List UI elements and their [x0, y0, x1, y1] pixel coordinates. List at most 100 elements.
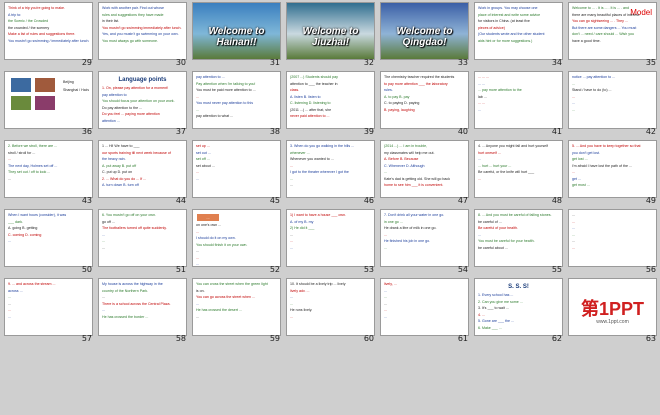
- slide-text: ...: [196, 249, 199, 253]
- slide-thumbnail-45[interactable]: set up ... set out ... set off ... set abou…: [192, 140, 286, 207]
- slide-thumbnail-36[interactable]: Beijing Shanghai / Hainan ... 36: [4, 71, 98, 138]
- slide-text: ...: [384, 301, 387, 306]
- slide-thumbnail-29[interactable]: Think of a trip you're going to make. A t…: [4, 2, 98, 69]
- slide-preview[interactable]: 5. ... And you have to keep together so …: [568, 140, 657, 198]
- slide-thumbnail-47[interactable]: (2014 ...) ... I am in trouble, my classm…: [380, 140, 474, 207]
- slide-thumbnail-50[interactable]: When I want hours (consider), it was ___ …: [4, 209, 98, 276]
- slide-thumbnail-42[interactable]: notice ... pay attention to ...... Stand …: [568, 71, 660, 138]
- slide-thumbnail-52[interactable]: ... on one's own ...... I should do it on …: [192, 209, 286, 276]
- slide-text: ...: [572, 81, 575, 86]
- slide-preview[interactable]: Welcome to Hainan!!: [192, 2, 281, 60]
- slide-preview[interactable]: Welcome to Jiuzhai!: [286, 2, 375, 60]
- slide-thumbnail-40[interactable]: The chemistry teacher required the stude…: [380, 71, 474, 138]
- slide-preview[interactable]: ... ... ... ... ... ... pay more attention…: [474, 71, 563, 129]
- slide-text: ...: [384, 245, 387, 250]
- slide-thumbnail-38[interactable]: pay attention to ... Pay attention when I…: [192, 71, 286, 138]
- slide-preview[interactable]: set up ... set out ... set off ... set abou…: [192, 140, 281, 198]
- slide-text: 10. It should be a lively trip ... livel…: [290, 282, 346, 286]
- slide-preview[interactable]: When I want hours (consider), it was ___ …: [4, 209, 93, 267]
- slide-text: there are many beautiful places of inter…: [572, 12, 640, 17]
- slide-thumbnail-35[interactable]: Model Welcome to ... . It is ... . It is …: [568, 2, 660, 69]
- slide-text: you don't get lost.: [572, 150, 601, 155]
- slide-thumbnail-55[interactable]: 8. ... And you must be careful of fallin…: [474, 209, 568, 276]
- slide-text: A. listen B. listen to: [290, 94, 321, 99]
- slide-preview[interactable]: You can cross the street when the green …: [192, 278, 281, 336]
- slide-thumbnail-49[interactable]: 5. ... And you have to keep together so …: [568, 140, 660, 207]
- slide-preview[interactable]: 9. ... and across the stream ... across .…: [4, 278, 93, 336]
- slide-preview[interactable]: Language points 1. On, please pay attenti…: [98, 71, 187, 129]
- slide-preview[interactable]: 7. Don't drink all your water in one go.…: [380, 209, 469, 267]
- slide-text: ...: [478, 176, 481, 181]
- slide-thumbnail-33[interactable]: Welcome to Qingdao! 33: [380, 2, 474, 69]
- slide-thumbnail-51[interactable]: 6. You mustn't go off on your own. go off…: [98, 209, 192, 276]
- slide-text: The next day, Holmes set off ...: [8, 163, 58, 168]
- slide-preview[interactable]: 10. It should be a lively trip ... livel…: [286, 278, 375, 336]
- slide-text: attention to ___ the teacher in: [290, 81, 338, 86]
- slide-text: class.: [290, 88, 300, 92]
- slide-preview[interactable]: ..................: [568, 209, 657, 267]
- slide-text: ...: [290, 245, 293, 250]
- slide-thumbnail-43[interactable]: 2. Before we stroll, there are ... stroll…: [4, 140, 98, 207]
- slide-text: Welcome to ... . It is ... . It is ... .…: [572, 6, 630, 10]
- slide-thumbnail-30[interactable]: Work with another pair. Find out whose ru…: [98, 2, 192, 69]
- slide-preview[interactable]: Model Welcome to ... . It is ... . It is …: [568, 2, 657, 60]
- slide-thumbnail-41[interactable]: ... ... ... ... ... ... pay more attention…: [474, 71, 568, 138]
- slide-text: Pay attention when I'm talking to you!: [196, 81, 256, 86]
- slide-thumbnail-60[interactable]: 10. It should be a lively trip ... livel…: [286, 278, 380, 345]
- slide-preview[interactable]: 3. When do you go walking in the hills .…: [286, 140, 375, 198]
- slide-preview[interactable]: Work with another pair. Find out whose ru…: [98, 2, 187, 60]
- slide-text: Be careful of your health.: [478, 226, 518, 230]
- slide-preview[interactable]: lively, ..................: [380, 278, 469, 336]
- slide-text: go off ...: [102, 219, 115, 224]
- slide-text: A. going B. getting: [8, 226, 38, 230]
- slide-text: He has crossed the desert ...: [196, 308, 242, 312]
- slide-preview[interactable]: 2. Before we stroll, there are ... stroll…: [4, 140, 93, 198]
- slide-preview[interactable]: Work in groups. You may choose one place …: [474, 2, 563, 60]
- slide-preview[interactable]: The chemistry teacher required the stude…: [380, 71, 469, 129]
- slide-thumbnail-62[interactable]: S. S. S! 1. Every school has ... 2. Can yo…: [474, 278, 568, 345]
- slide-preview[interactable]: ... on one's own ...... I should do it on …: [192, 209, 281, 267]
- slide-thumbnail-34[interactable]: Work in groups. You may choose one place …: [474, 2, 568, 69]
- slide-thumbnail-63[interactable]: 第1PPT www.1ppt.com 63: [568, 278, 660, 345]
- slide-text: 1. Every school has ...: [478, 293, 514, 297]
- slide-preview[interactable]: 1 ... Hi! We have to ___ our sports train…: [98, 140, 187, 198]
- slide-thumbnail-56[interactable]: .................. 56: [568, 209, 660, 276]
- slide-preview[interactable]: S. S. S! 1. Every school has ... 2. Can yo…: [474, 278, 563, 336]
- slide-thumbnail-48[interactable]: 4. ... Anyone you might fall and hurt yo…: [474, 140, 568, 207]
- slide-text: ...: [290, 301, 293, 306]
- slide-number: 44: [175, 196, 186, 205]
- slide-preview[interactable]: pay attention to ... Pay attention when I…: [192, 71, 281, 129]
- slide-preview[interactable]: My house is across the highway in the cou…: [98, 278, 187, 336]
- slide-text: rules and suggestions they have made: [102, 12, 164, 17]
- slide-thumbnail-37[interactable]: Language points 1. On, please pay attenti…: [98, 71, 192, 138]
- slide-thumbnail-53[interactable]: 1) I want to have a house ___ own. A. of …: [286, 209, 380, 276]
- slide-text: ...: [196, 107, 199, 112]
- slide-text: You should focus your attention on your …: [102, 99, 175, 103]
- slide-text: ...: [572, 107, 575, 112]
- slide-thumbnail-39[interactable]: (2007 ...) Students should pay attention …: [286, 71, 380, 138]
- slide-thumbnail-44[interactable]: 1 ... Hi! We have to ___ our sports train…: [98, 140, 192, 207]
- slide-preview[interactable]: Think of a trip you're going to make. A t…: [4, 2, 93, 60]
- slide-preview[interactable]: 8. ... And you must be careful of fallin…: [474, 209, 563, 267]
- slide-thumbnail-46[interactable]: 3. When do you go walking in the hills .…: [286, 140, 380, 207]
- slide-preview[interactable]: (2014 ...) ... I am in trouble, my classm…: [380, 140, 469, 198]
- slide-preview[interactable]: (2007 ...) Students should pay attention …: [286, 71, 375, 129]
- slide-thumbnail-57[interactable]: 9. ... and across the stream ... across .…: [4, 278, 98, 345]
- slide-preview[interactable]: Beijing Shanghai / Hainan ...: [4, 71, 93, 129]
- slide-thumbnail-54[interactable]: 7. Don't drink all your water in one go.…: [380, 209, 474, 276]
- slide-text: ...: [478, 232, 481, 237]
- slide-number: 45: [269, 196, 280, 205]
- slide-preview[interactable]: 4. ... Anyone you might fall and hurt yo…: [474, 140, 563, 198]
- slide-text: our sports training till next week becau…: [102, 150, 171, 155]
- slide-thumbnail-31[interactable]: Welcome to Hainan!! 31: [192, 2, 286, 69]
- slide-thumbnail-58[interactable]: My house is across the highway in the cou…: [98, 278, 192, 345]
- slide-thumbnail-59[interactable]: You can cross the street when the green …: [192, 278, 286, 345]
- slide-thumbnail-61[interactable]: lively, .................. 61: [380, 278, 474, 345]
- slide-preview[interactable]: 1) I want to have a house ___ own. A. of …: [286, 209, 375, 267]
- slide-preview[interactable]: Welcome to Qingdao!: [380, 2, 469, 60]
- slide-text: attention ...: [102, 118, 120, 123]
- slide-preview[interactable]: notice ... pay attention to ...... Stand …: [568, 71, 657, 129]
- slide-preview[interactable]: 第1PPT www.1ppt.com: [568, 278, 657, 336]
- slide-thumbnail-32[interactable]: Welcome to Jiuzhai! 32: [286, 2, 380, 69]
- slide-preview[interactable]: 6. You mustn't go off on your own. go off…: [98, 209, 187, 267]
